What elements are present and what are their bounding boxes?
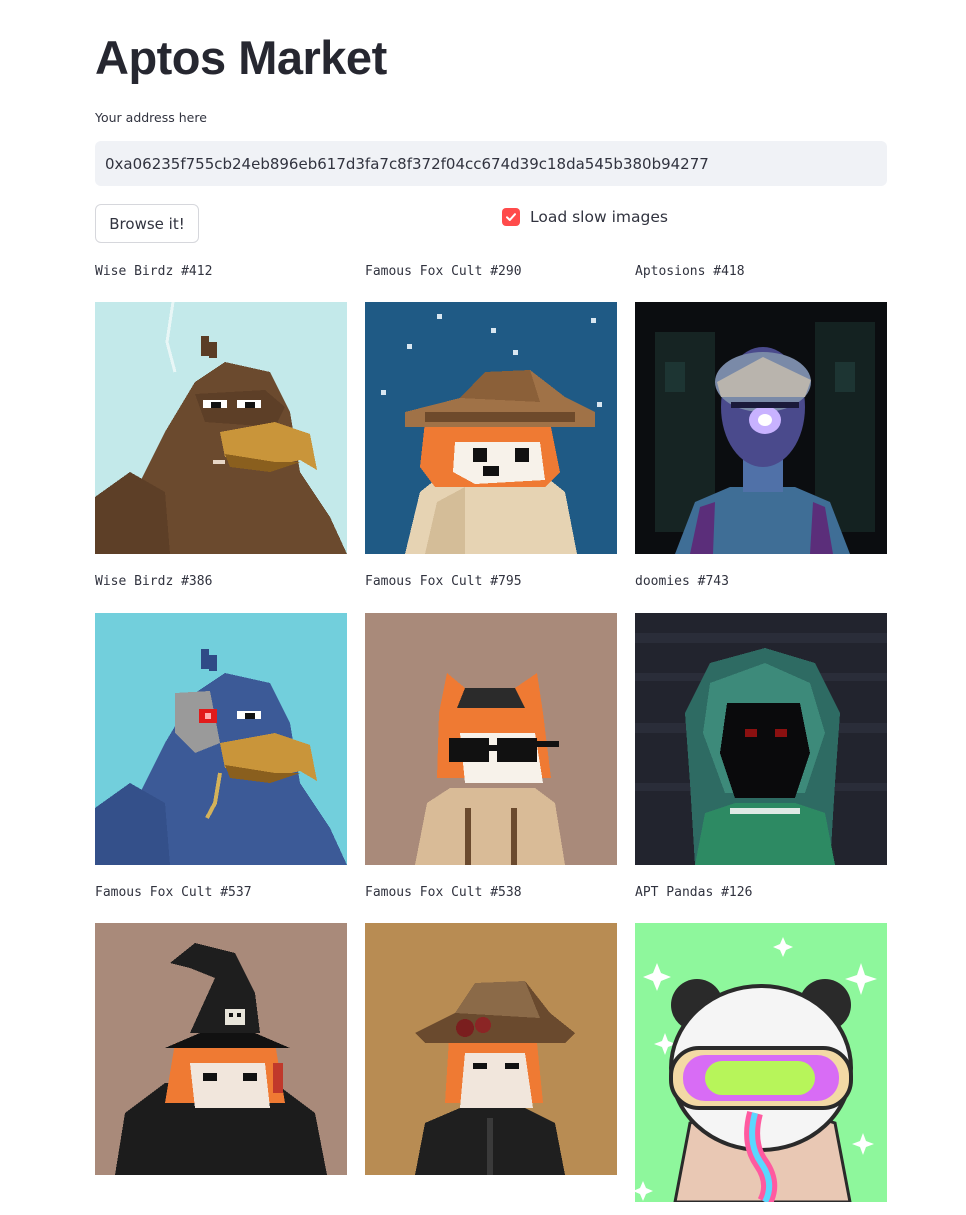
nft-caption: Famous Fox Cult #538 [365, 885, 522, 900]
nft-image-fox-shades[interactable] [365, 613, 617, 865]
nft-image-cyborg[interactable] [635, 302, 887, 554]
nft-caption: Famous Fox Cult #290 [365, 264, 522, 279]
address-label: Your address here [95, 110, 207, 125]
nft-caption: Aptosions #418 [635, 264, 745, 279]
nft-caption: Famous Fox Cult #537 [95, 885, 252, 900]
nft-caption: Wise Birdz #386 [95, 574, 213, 589]
checkbox-checked-icon [502, 208, 520, 226]
nft-image-panda[interactable] [635, 923, 887, 1202]
nft-image-hooded[interactable] [635, 613, 887, 865]
load-slow-images-label: Load slow images [530, 208, 668, 226]
nft-image-bird-blue[interactable] [95, 613, 347, 865]
load-slow-images-checkbox[interactable]: Load slow images [502, 205, 668, 229]
nft-image-fox-witch[interactable] [95, 923, 347, 1175]
nft-caption: APT Pandas #126 [635, 885, 753, 900]
browse-button[interactable]: Browse it! [95, 204, 199, 243]
nft-image-bird-brown[interactable] [95, 302, 347, 554]
nft-caption: Wise Birdz #412 [95, 264, 213, 279]
page-title: Aptos Market [95, 31, 387, 84]
address-input[interactable] [95, 141, 887, 186]
nft-image-fox-hat-night[interactable] [365, 302, 617, 554]
nft-caption: doomies #743 [635, 574, 729, 589]
nft-image-fox-cowboy[interactable] [365, 923, 617, 1175]
nft-caption: Famous Fox Cult #795 [365, 574, 522, 589]
